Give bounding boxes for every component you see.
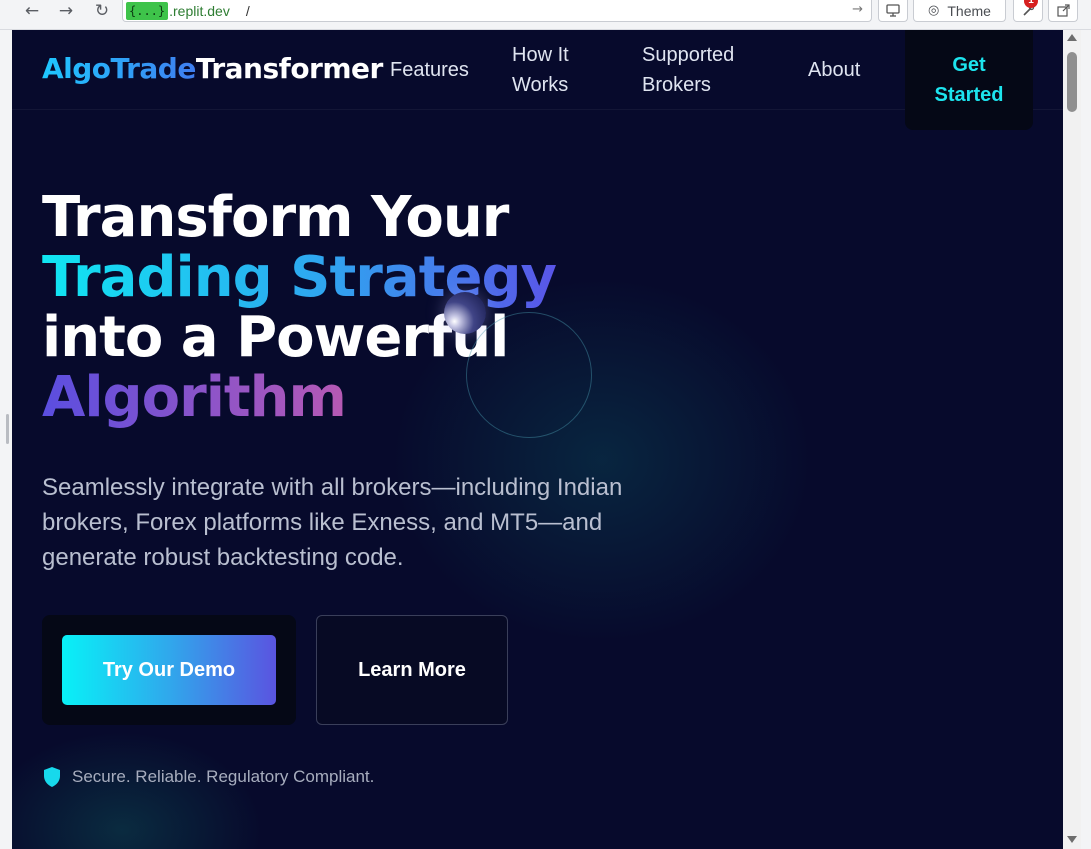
devtools-button[interactable]: 1 <box>1013 0 1043 22</box>
theme-label: Theme <box>947 2 991 19</box>
open-new-tab-button[interactable] <box>1048 0 1078 22</box>
nav-supported-brokers-line1: Supported <box>642 44 735 66</box>
vertical-scrollbar[interactable] <box>1063 30 1081 849</box>
nav-how-it-works-line2: Works <box>512 74 569 96</box>
nav-features[interactable]: Features <box>390 55 469 85</box>
panel-divider[interactable] <box>0 30 12 849</box>
scrollbar-thumb[interactable] <box>1067 52 1077 112</box>
get-started-line1: Get <box>952 54 986 76</box>
site-logo[interactable]: AlgoTradeTransformer <box>42 52 383 85</box>
hero-subtitle: Seamlessly integrate with all brokers—in… <box>42 474 623 571</box>
get-started-line2: Started <box>934 84 1004 106</box>
decorative-ring <box>466 312 592 438</box>
theme-button[interactable]: ◎ Theme <box>913 0 1006 22</box>
nav-supported-brokers[interactable]: Supported Brokers <box>642 40 734 100</box>
browser-toolbar: ← → ↻ {...} .replit.dev / → ◎ Theme 1 <box>0 0 1091 30</box>
arrow-left-icon: ← <box>24 1 40 21</box>
preview-device-button[interactable] <box>878 0 908 22</box>
nav-about[interactable]: About <box>808 55 860 85</box>
logo-part-transformer: Transformer <box>195 52 384 85</box>
url-host: .replit.dev <box>169 2 230 19</box>
hero-title-line1: Transform Your <box>42 185 509 250</box>
trust-badge: Secure. Reliable. Regulatory Compliant. <box>42 767 374 787</box>
logo-part-algotrade: AlgoTrade <box>42 52 196 85</box>
try-demo-button[interactable]: Try Our Demo <box>62 635 276 705</box>
url-path: / <box>245 2 250 19</box>
site-header: AlgoTradeTransformer Features How It Wor… <box>12 30 1063 130</box>
nav-how-it-works-line1: How It <box>512 44 569 66</box>
external-link-icon <box>1056 4 1070 17</box>
go-arrow-icon[interactable]: → <box>852 2 863 17</box>
nav-how-it-works[interactable]: How It Works <box>512 40 569 100</box>
right-edge <box>1081 30 1091 849</box>
page-viewport: AlgoTradeTransformer Features How It Wor… <box>12 30 1063 849</box>
decorative-orb <box>444 292 486 334</box>
url-badge: {...} <box>126 1 169 20</box>
learn-more-button[interactable]: Learn More <box>316 615 508 725</box>
nav-supported-brokers-line2: Brokers <box>642 74 711 96</box>
reload-button[interactable]: ↻ <box>90 0 114 22</box>
palette-icon: ◎ <box>928 3 940 18</box>
scroll-down-arrow-icon[interactable] <box>1067 836 1077 843</box>
notification-badge: 1 <box>1024 0 1038 8</box>
reload-icon: ↻ <box>94 1 110 21</box>
arrow-right-icon: → <box>58 1 74 21</box>
trust-text: Secure. Reliable. Regulatory Compliant. <box>72 767 375 786</box>
forward-button[interactable]: → <box>54 0 78 22</box>
shield-icon <box>44 767 60 787</box>
get-started-button[interactable]: Get Started <box>905 30 1033 130</box>
monitor-icon <box>886 4 900 17</box>
resize-handle[interactable] <box>6 414 9 444</box>
url-bar[interactable]: {...} .replit.dev / → <box>122 0 872 22</box>
back-button[interactable]: ← <box>20 0 44 22</box>
scroll-up-arrow-icon[interactable] <box>1067 34 1077 41</box>
demo-button-wrapper: Try Our Demo <box>42 615 296 725</box>
